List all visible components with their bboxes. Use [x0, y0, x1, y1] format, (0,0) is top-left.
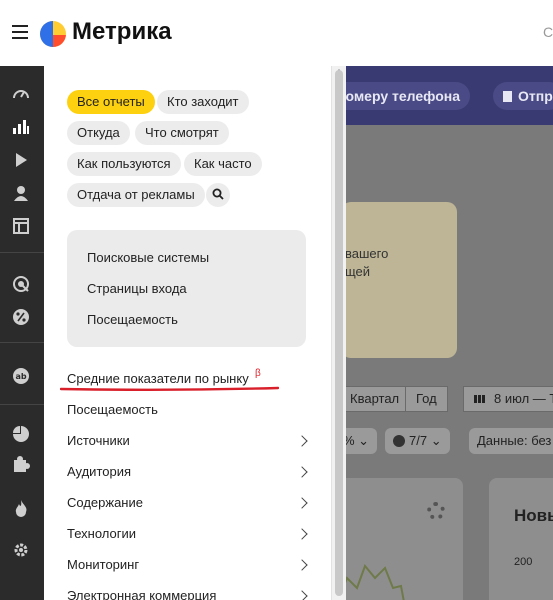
- date-range-label: 8 июл — Т: [494, 391, 553, 406]
- period-year-button[interactable]: Год: [405, 386, 448, 412]
- pill-ad-return[interactable]: Отдача от рекламы: [67, 183, 205, 207]
- puzzle-icon[interactable]: [11, 454, 31, 474]
- pill-all-reports[interactable]: Все отчеты: [67, 90, 155, 114]
- fire-icon[interactable]: [11, 498, 31, 518]
- top-right-text: С: [543, 24, 553, 40]
- pill-who-visits[interactable]: Кто заходит: [157, 90, 249, 114]
- submenu-box: Поисковые системы Страницы входа Посещае…: [67, 230, 306, 347]
- target-icon[interactable]: [11, 274, 31, 294]
- chat-icon: [393, 435, 405, 447]
- menu-item-content[interactable]: Содержание: [67, 495, 143, 510]
- user-icon[interactable]: [11, 183, 31, 203]
- hamburger-menu-icon[interactable]: [12, 25, 28, 39]
- visits-chip[interactable]: 7/7 ⌄: [385, 428, 450, 454]
- chevron-right-icon: [296, 590, 308, 600]
- layout-icon[interactable]: [11, 216, 31, 236]
- menu-item-monitoring[interactable]: Мониторинг: [67, 557, 139, 572]
- menu-item-technology[interactable]: Технологии: [67, 526, 136, 541]
- chevron-right-icon: [296, 528, 308, 540]
- settings-icon[interactable]: [11, 540, 31, 560]
- info-card-line2: щей: [345, 264, 371, 279]
- menu-scrollbar[interactable]: [331, 66, 346, 600]
- send-button-label: Отпр: [518, 88, 553, 104]
- percent-icon[interactable]: [11, 307, 31, 327]
- metrika-logo-icon: [40, 21, 66, 47]
- menu-item-market-averages[interactable]: Средние показатели по рынку: [67, 371, 249, 386]
- calendar-icon: [474, 395, 486, 403]
- reports-icon[interactable]: [11, 117, 31, 137]
- chevron-right-icon: [296, 435, 308, 447]
- phone-button[interactable]: номеру телефона: [331, 82, 471, 110]
- dimmed-dashboard: номеру телефона Отпр вашего щей Квартал …: [331, 66, 553, 600]
- chevron-right-icon: [296, 559, 308, 571]
- reports-menu: Все отчеты Кто заходит Откуда Что смотря…: [44, 66, 331, 600]
- widget-title: Новы: [514, 506, 553, 525]
- top-bar: Метрика С: [0, 0, 553, 66]
- document-icon: [503, 91, 512, 102]
- brand-title: Метрика: [72, 18, 172, 45]
- search-icon[interactable]: [206, 183, 230, 207]
- axis-value: 200: [514, 556, 533, 568]
- red-underline: [60, 386, 279, 391]
- submenu-item-search-engines[interactable]: Поисковые системы: [87, 250, 209, 265]
- info-card-line1: вашего: [345, 246, 389, 261]
- submenu-item-entry-pages[interactable]: Страницы входа: [87, 281, 187, 296]
- chevron-right-icon: [296, 466, 308, 478]
- menu-item-audience[interactable]: Аудитория: [67, 464, 131, 479]
- beta-badge: β: [255, 368, 261, 379]
- play-icon[interactable]: [11, 150, 31, 170]
- chevron-right-icon: [296, 497, 308, 509]
- sidebar: ab: [0, 66, 44, 600]
- widget-gear-icon[interactable]: [427, 502, 445, 520]
- pill-how-they-use[interactable]: Как пользуются: [67, 152, 181, 176]
- visits-chip-label: 7/7: [409, 433, 428, 448]
- chart-widget: [335, 478, 463, 600]
- pie-icon[interactable]: [11, 424, 31, 444]
- data-chip[interactable]: Данные: без: [469, 428, 553, 454]
- pill-what-they-see[interactable]: Что смотрят: [135, 121, 229, 145]
- send-button[interactable]: Отпр: [493, 82, 553, 110]
- pill-where-from[interactable]: Откуда: [67, 121, 130, 145]
- new-widget: Новы 200: [489, 478, 553, 600]
- svg-text:ab: ab: [15, 372, 26, 381]
- info-card: вашего щей: [341, 202, 457, 358]
- scroll-thumb[interactable]: [335, 70, 343, 596]
- date-range-button[interactable]: 8 июл — Т: [463, 386, 553, 412]
- dashboard-icon[interactable]: [11, 84, 31, 104]
- sparkline: [337, 564, 405, 600]
- submenu-item-traffic[interactable]: Посещаемость: [87, 312, 178, 327]
- menu-item-traffic[interactable]: Посещаемость: [67, 402, 158, 417]
- ab-icon[interactable]: ab: [11, 366, 31, 386]
- menu-item-sources[interactable]: Источники: [67, 433, 130, 448]
- menu-item-ecommerce[interactable]: Электронная коммерция: [67, 588, 216, 600]
- period-quarter-button[interactable]: Квартал: [339, 386, 411, 412]
- pill-how-often[interactable]: Как часто: [184, 152, 262, 176]
